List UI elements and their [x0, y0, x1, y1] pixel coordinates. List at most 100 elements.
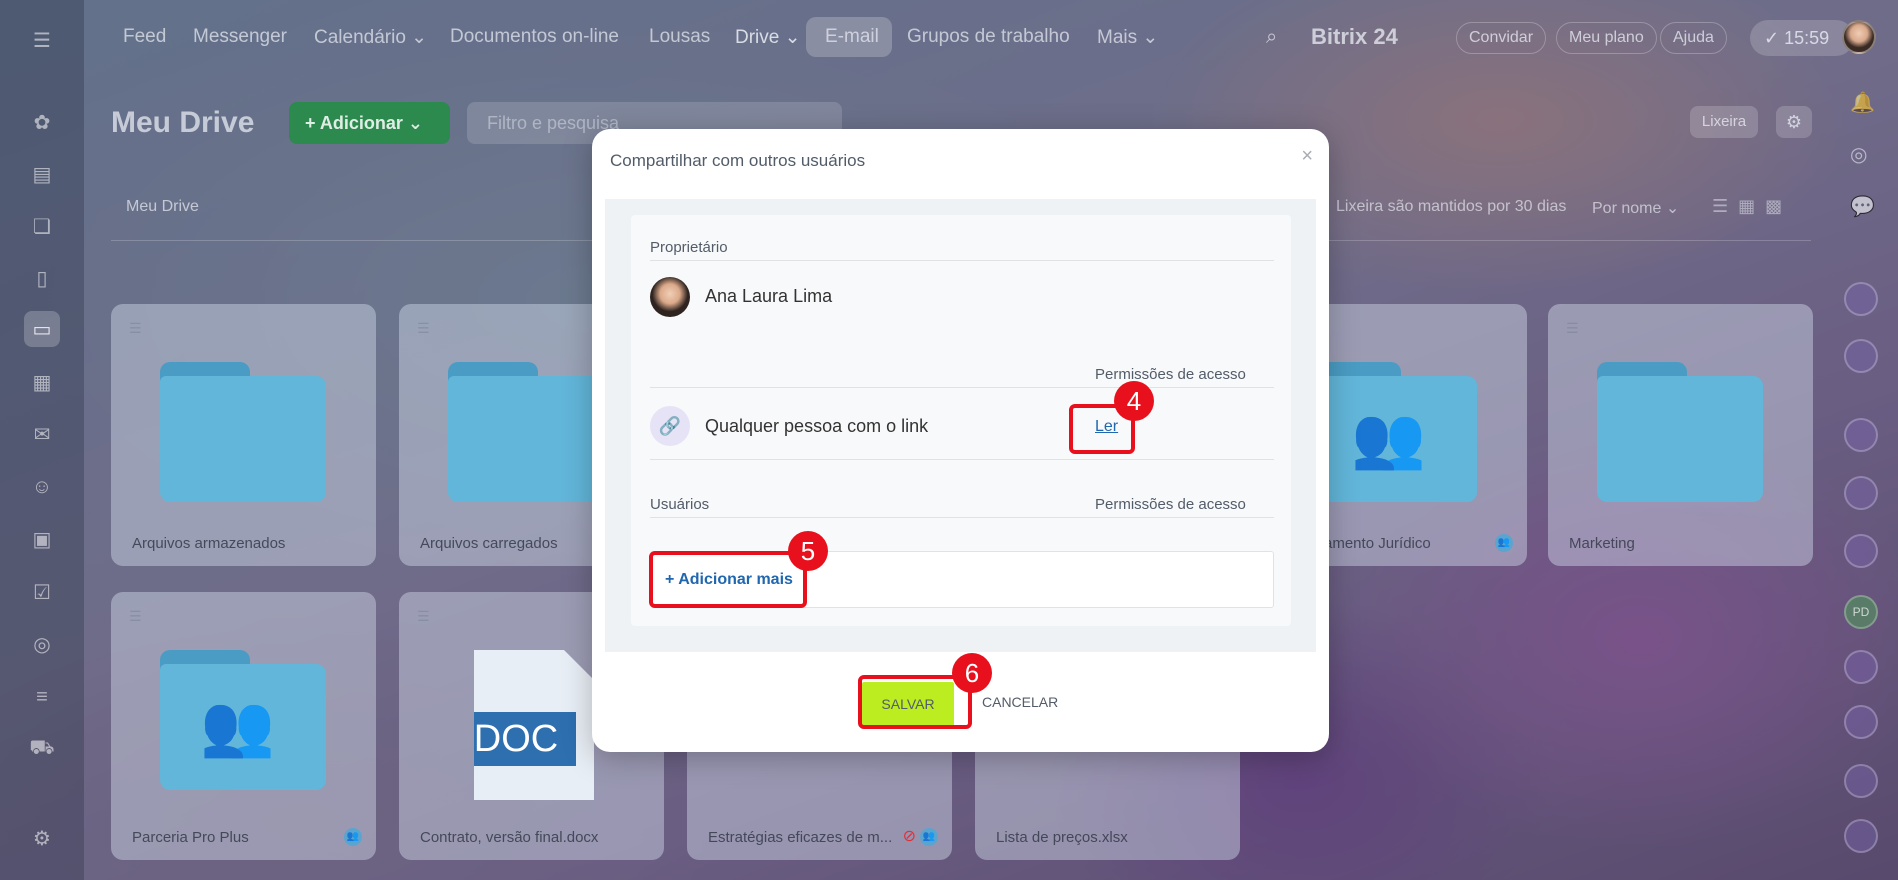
dialog-title: Compartilhar com outros usuários — [610, 151, 866, 170]
divider — [650, 260, 1274, 261]
drag-handle-icon[interactable]: ☰ — [129, 320, 142, 337]
contact-avatar[interactable] — [1844, 476, 1878, 510]
drag-handle-icon[interactable]: ☰ — [417, 320, 430, 337]
contact-avatar[interactable] — [1844, 705, 1878, 739]
add-button-label: Adicionar — [319, 113, 403, 133]
groups-icon[interactable]: ☺ — [24, 469, 60, 505]
link-icon: 🔗 — [650, 406, 690, 446]
owner-section-label: Proprietário — [650, 239, 728, 256]
tile-name: Arquivos carregados — [420, 535, 558, 552]
mail-icon[interactable]: ✉ — [24, 416, 60, 452]
tasks-icon[interactable]: ☑ — [24, 574, 60, 610]
sort-dropdown[interactable]: Por nome ⌄ — [1592, 198, 1679, 218]
shared-icon: 👥 — [920, 828, 938, 846]
left-sidebar: ☰ ✿ ▤ ❏ ▯ ▭ ▦ ✉ ☺ ▣ ☑ ◎ ≡ ⛟ ⚙ — [0, 0, 84, 880]
nav-drive[interactable]: Drive ⌄ — [735, 26, 801, 49]
contact-avatar[interactable] — [1844, 534, 1878, 568]
tile-name: Contrato, versão final.docx — [420, 829, 599, 846]
step-badge: 5 — [788, 531, 828, 571]
bell-icon[interactable]: 🔔 — [1850, 90, 1875, 115]
palette-icon[interactable]: ✿ — [24, 104, 60, 140]
nav-more[interactable]: Mais ⌄ — [1097, 26, 1158, 49]
nav-messenger[interactable]: Messenger — [193, 26, 287, 48]
contact-avatar[interactable] — [1844, 819, 1878, 853]
filter-icon[interactable]: ≡ — [24, 679, 60, 715]
drive-icon[interactable]: ▭ — [24, 311, 60, 347]
chat-icon[interactable]: ❏ — [24, 208, 60, 244]
folder-icon — [448, 362, 614, 502]
drag-handle-icon[interactable]: ☰ — [1566, 320, 1579, 337]
contact-avatar[interactable] — [1844, 764, 1878, 798]
news-icon[interactable]: ▤ — [24, 156, 60, 192]
nav-feed[interactable]: Feed — [123, 26, 166, 48]
brand-logo: Bitrix 24 — [1311, 24, 1398, 49]
check-icon: ✓ — [1764, 28, 1785, 48]
drag-handle-icon[interactable]: ☰ — [129, 608, 142, 625]
page-title: Meu Drive — [111, 106, 255, 139]
plus-icon: + — [305, 113, 320, 133]
chat-bubble-icon[interactable]: 💬 — [1850, 194, 1875, 219]
nav-workgroups[interactable]: Grupos de trabalho — [907, 26, 1070, 48]
document-icon[interactable]: ▯ — [24, 260, 60, 296]
contact-avatar[interactable] — [1844, 339, 1878, 373]
step-badge: 6 — [952, 653, 992, 693]
cancel-button[interactable]: CANCELAR — [982, 694, 1058, 710]
tile-name: amento Jurídico — [1324, 535, 1431, 552]
divider — [650, 387, 1274, 388]
shared-icon: 👥 — [1495, 534, 1513, 552]
gear-icon[interactable]: ⚙ — [1776, 106, 1812, 138]
users-access-header: Permissões de acesso — [1095, 496, 1246, 513]
trash-button[interactable]: Lixeira — [1690, 106, 1758, 138]
divider — [650, 517, 1274, 518]
board-icon[interactable]: ▣ — [24, 521, 60, 557]
sort-label: Por nome — [1592, 200, 1662, 217]
chevron-down-icon: ⌄ — [407, 113, 423, 133]
highlight-box — [649, 551, 807, 608]
menu-icon[interactable]: ☰ — [24, 22, 60, 58]
shared-icon: 👥 — [344, 828, 362, 846]
clock-widget[interactable]: ✓ 15:59 — [1750, 20, 1854, 56]
add-button[interactable]: + Adicionar ⌄ — [289, 102, 450, 144]
trash-retention-note: Lixeira são mantidos por 30 dias — [1336, 198, 1567, 215]
folder-tile[interactable]: ☰ 👥 Parceria Pro Plus 👥 — [111, 592, 376, 860]
calendar-icon[interactable]: ▦ — [24, 364, 60, 400]
shared-folder-icon: 👥 — [160, 650, 326, 790]
drag-handle-icon[interactable]: ☰ — [417, 608, 430, 625]
breadcrumb[interactable]: Meu Drive — [126, 198, 199, 216]
invite-button[interactable]: Convidar — [1456, 22, 1547, 54]
folder-icon — [1597, 362, 1763, 502]
settings-icon[interactable]: ⚙ — [24, 820, 60, 856]
close-icon[interactable]: × — [1301, 145, 1313, 168]
step-badge: 4 — [1114, 381, 1154, 421]
user-avatar[interactable] — [1842, 20, 1876, 54]
view-mode-switcher[interactable]: ☰▦▩ — [1712, 196, 1792, 217]
contact-avatar[interactable] — [1844, 418, 1878, 452]
contact-avatar[interactable] — [1844, 282, 1878, 316]
my-plan-button[interactable]: Meu plano — [1556, 22, 1657, 54]
public-link-label: Qualquer pessoa com o link — [705, 416, 929, 436]
divider — [650, 459, 1274, 460]
tile-name: Arquivos armazenados — [132, 535, 286, 552]
docx-file-icon: DOC — [474, 650, 594, 800]
folder-tile[interactable]: ☰ Arquivos armazenados — [111, 304, 376, 566]
help-button[interactable]: Ajuda — [1660, 22, 1727, 54]
nav-boards[interactable]: Lousas — [649, 26, 710, 48]
tile-name: Parceria Pro Plus — [132, 829, 249, 846]
shared-folder-icon: 👥 — [1311, 362, 1477, 502]
contact-avatar[interactable] — [1844, 650, 1878, 684]
target-icon[interactable]: ◎ — [1850, 142, 1867, 167]
tile-name: Estratégias eficazes de m... — [708, 829, 893, 846]
folder-icon — [160, 362, 326, 502]
cart-icon[interactable]: ⛟ — [24, 731, 60, 767]
target-icon[interactable]: ◎ — [24, 626, 60, 662]
search-icon[interactable]: ⌕ — [1266, 26, 1277, 49]
folder-tile[interactable]: ☰ Marketing — [1548, 304, 1813, 566]
nav-email[interactable]: E-mail — [825, 26, 879, 48]
access-permissions-header: Permissões de acesso — [1095, 366, 1246, 383]
doc-label: DOC — [474, 712, 576, 766]
contact-avatar-initials[interactable]: PD — [1844, 595, 1878, 629]
nav-documents-online[interactable]: Documentos on-line — [450, 26, 619, 48]
nav-calendar[interactable]: Calendário ⌄ — [314, 26, 427, 49]
clock-time: 15:59 — [1784, 28, 1830, 48]
owner-avatar — [650, 277, 690, 317]
